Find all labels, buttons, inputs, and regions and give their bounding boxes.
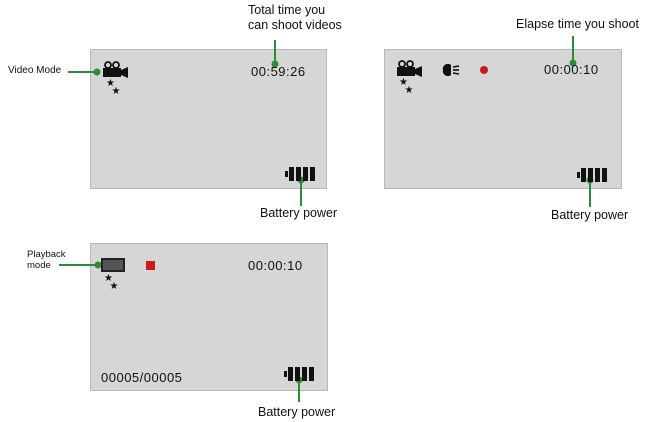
quality-stars-icon: ★ ★ [399, 77, 414, 96]
light-icon [442, 64, 460, 76]
battery-label-playback: Battery power [258, 405, 336, 419]
total-time-label-line1: Total time you [248, 3, 326, 17]
quality-stars-icon: ★ ★ [104, 273, 119, 292]
battery-label-recording: Battery power [551, 208, 629, 222]
playback-mode-label-line2: mode [27, 260, 51, 271]
record-dot-icon [480, 66, 488, 74]
video-camera-icon [397, 60, 422, 77]
battery-icon [577, 168, 607, 182]
battery-label-video: Battery power [260, 206, 338, 220]
elapsed-time: 00:00:10 [544, 62, 599, 77]
stop-square-icon [146, 261, 155, 270]
quality-stars-icon: ★ ★ [106, 78, 121, 97]
file-counter: 00005/00005 [101, 370, 183, 385]
playback-mode-label-line1: Playback [27, 249, 66, 260]
battery-icon [285, 167, 315, 181]
elapse-time-label: Elapse time you shoot [516, 17, 639, 31]
video-mode-label: Video Mode [8, 65, 62, 76]
total-time-label-line2: can shoot videos [248, 18, 342, 32]
battery-icon [284, 367, 314, 381]
playback-time: 00:00:10 [248, 258, 303, 273]
remaining-time: 00:59:26 [251, 64, 306, 79]
playback-screen-icon [101, 258, 125, 272]
video-camera-icon [103, 61, 128, 78]
